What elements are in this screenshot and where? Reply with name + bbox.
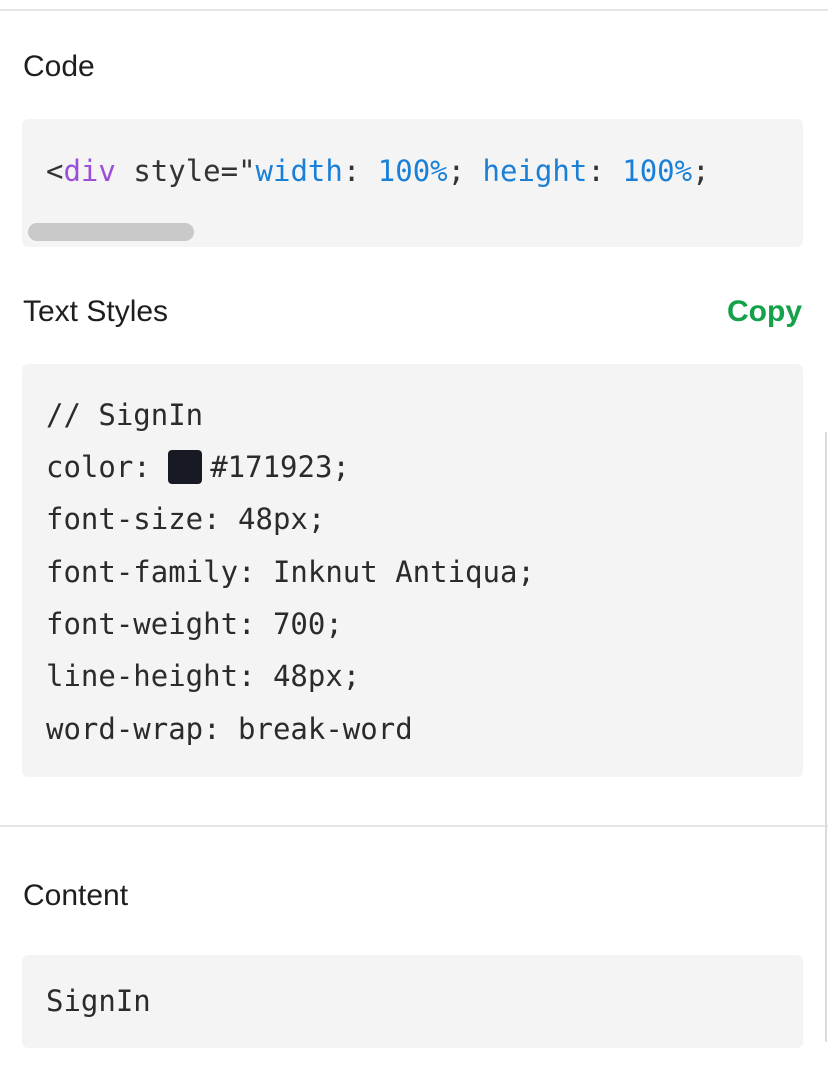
- style-line-line-height: line-height: 48px;: [46, 659, 361, 693]
- panel-edge-rule: [825, 432, 827, 1042]
- style-line-font-size: font-size: 48px;: [46, 502, 326, 536]
- code-token-semi: ;: [692, 154, 710, 188]
- text-styles-box: // SignIn color: #171923; font-size: 48p…: [22, 364, 803, 777]
- content-section-title: Content: [23, 879, 129, 912]
- copy-button[interactable]: Copy: [727, 294, 802, 330]
- code-snippet-box[interactable]: <div style="width: 100%; height: 100%;: [22, 119, 803, 247]
- inspector-panel: Code <div style="width: 100%; height: 10…: [0, 0, 828, 1071]
- style-color-line: color: #171923;: [46, 447, 350, 487]
- section-divider: [0, 825, 828, 827]
- color-swatch-icon: [168, 450, 203, 484]
- code-token-sep: :: [342, 154, 378, 188]
- content-value: SignIn: [46, 984, 151, 1018]
- horizontal-scrollbar-thumb[interactable]: [28, 223, 194, 241]
- style-line-word-wrap: word-wrap: break-word: [46, 712, 413, 746]
- content-box: SignIn: [22, 955, 803, 1048]
- style-color-prefix: color:: [46, 450, 169, 484]
- code-token-attr: style=": [115, 154, 256, 188]
- code-token-semi: ;: [447, 154, 483, 188]
- code-token-tag: div: [63, 154, 116, 188]
- code-token-sep: :: [587, 154, 623, 188]
- text-styles-section-title: Text Styles: [23, 295, 169, 328]
- code-token-val-height: 100%: [622, 154, 693, 188]
- style-line-font-family: font-family: Inknut Antiqua;: [46, 555, 535, 589]
- code-token-prop-width: width: [255, 154, 343, 188]
- code-token-open-bracket: <: [46, 154, 64, 188]
- code-token-prop-height: height: [482, 154, 588, 188]
- top-divider: [0, 9, 828, 11]
- code-token-val-width: 100%: [377, 154, 448, 188]
- style-comment-line: // SignIn: [46, 398, 204, 432]
- style-line-font-weight: font-weight: 700;: [46, 607, 343, 641]
- code-snippet-line: <div style="width: 100%; height: 100%;: [46, 151, 710, 191]
- code-section-title: Code: [23, 50, 95, 83]
- style-color-value: #171923;: [210, 450, 350, 484]
